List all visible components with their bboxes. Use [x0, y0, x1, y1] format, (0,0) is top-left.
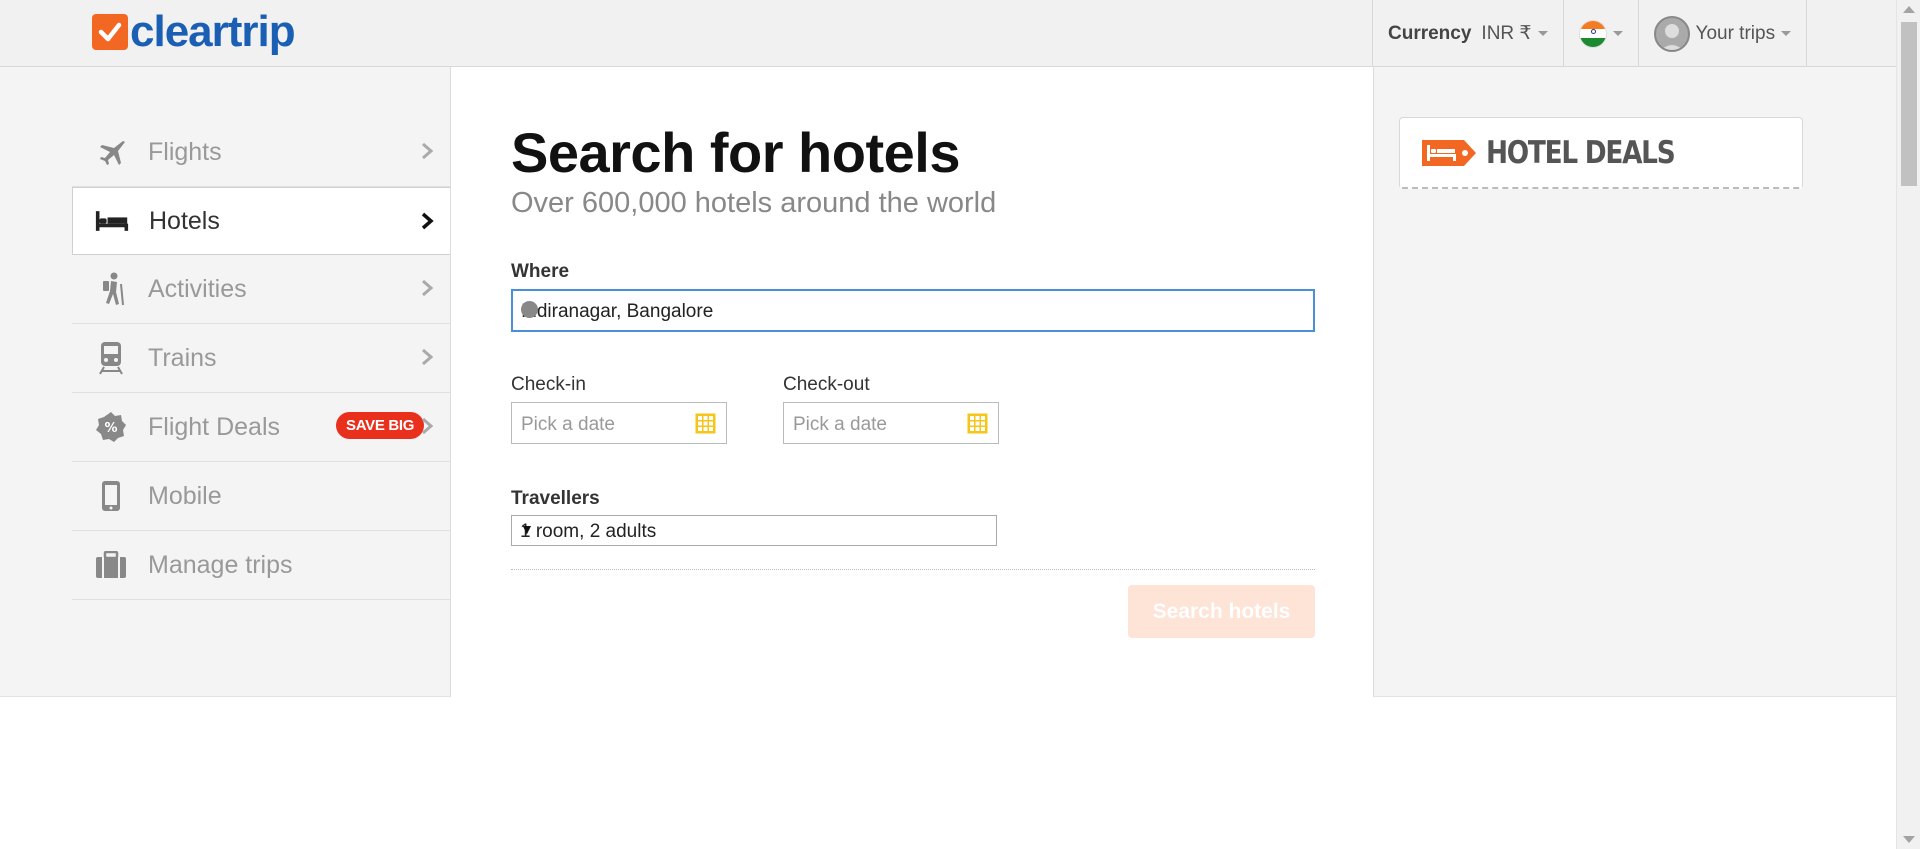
chevron-right-icon — [422, 142, 434, 160]
cleartrip-logo[interactable]: cleartrip — [92, 7, 296, 56]
scroll-down-arrow-icon[interactable] — [1903, 836, 1915, 843]
where-label: Where — [511, 261, 570, 282]
header-menu: Currency INR ₹ Your trips — [1372, 0, 1808, 67]
calendar-icon[interactable] — [695, 413, 716, 434]
sidebar-item-label: Hotels — [149, 206, 220, 235]
page-subtitle: Over 600,000 hotels around the world — [511, 187, 997, 219]
sidebar-item-label: Trains — [148, 343, 217, 372]
logo-text: cleartrip — [130, 7, 296, 56]
currency-value: INR ₹ — [1481, 23, 1532, 44]
percent-badge-icon: % — [94, 410, 128, 444]
travellers-label: Travellers — [511, 488, 600, 509]
sidebar-item-hotels[interactable]: Hotels — [72, 187, 450, 255]
checkout-date-input[interactable]: Pick a date — [783, 402, 999, 444]
sidebar-item-label: Flight Deals — [148, 412, 280, 441]
sidebar-item-label: Manage trips — [148, 550, 293, 579]
india-flag-icon — [1578, 19, 1607, 48]
chevron-down-icon — [1612, 31, 1623, 36]
sidebar-item-flight-deals[interactable]: % Flight Deals SAVE BIG — [72, 393, 450, 462]
hotel-deals-card[interactable]: HOTEL DEALS — [1399, 117, 1803, 189]
briefcase-icon — [94, 548, 128, 582]
sidebar-item-activities[interactable]: Activities — [72, 255, 450, 324]
hiker-icon — [94, 272, 128, 306]
scroll-up-arrow-icon[interactable] — [1903, 6, 1915, 13]
checkin-label: Check-in — [511, 374, 586, 395]
chevron-right-icon — [422, 417, 434, 435]
clear-icon[interactable] — [521, 301, 538, 318]
your-trips-menu[interactable]: Your trips — [1639, 0, 1808, 67]
avatar-icon — [1653, 15, 1690, 52]
search-hotels-button[interactable]: Search hotels — [1128, 585, 1315, 638]
save-big-badge: SAVE BIG — [336, 412, 425, 439]
country-selector[interactable] — [1564, 0, 1639, 67]
form-divider — [511, 569, 1315, 570]
chevron-down-icon — [1537, 31, 1548, 36]
chevron-right-icon — [422, 348, 434, 366]
plane-icon — [94, 135, 128, 169]
where-value: Indiranagar, Bangalore — [521, 301, 714, 322]
checkout-label: Check-out — [783, 374, 870, 395]
sidebar-item-trains[interactable]: Trains — [72, 324, 450, 393]
chevron-down-icon — [1781, 31, 1792, 36]
chevron-right-icon — [422, 279, 434, 297]
sidebar-item-mobile[interactable]: Mobile — [72, 462, 450, 531]
checkin-placeholder: Pick a date — [521, 414, 615, 435]
calendar-icon[interactable] — [967, 413, 988, 434]
train-icon — [94, 341, 128, 375]
bed-icon — [95, 204, 129, 238]
sidebar-item-manage-trips[interactable]: Manage trips — [72, 531, 450, 600]
where-input[interactable]: Indiranagar, Bangalore — [511, 289, 1315, 332]
product-sidebar: Flights Hotels Activities Trains % Fligh… — [72, 118, 450, 600]
svg-text:%: % — [104, 421, 117, 436]
sidebar-item-flights[interactable]: Flights — [72, 118, 450, 187]
chevron-right-icon — [421, 212, 434, 230]
currency-label: Currency — [1388, 22, 1472, 44]
hotel-tag-icon — [1422, 139, 1476, 166]
sidebar-item-label: Activities — [148, 274, 247, 303]
sidebar-item-label: Flights — [148, 137, 222, 166]
hotel-deals-label: HOTEL DEALS — [1486, 134, 1676, 171]
travellers-select[interactable]: 1 room, 2 adults ▼ — [511, 515, 997, 546]
hotel-search-panel: Search for hotels Over 600,000 hotels ar… — [450, 67, 1374, 697]
checkmark-icon — [92, 14, 128, 50]
scrollbar-thumb[interactable] — [1901, 22, 1917, 186]
currency-selector[interactable]: Currency INR ₹ — [1373, 0, 1564, 67]
dropdown-arrow-icon: ▼ — [520, 521, 534, 537]
checkout-placeholder: Pick a date — [793, 414, 887, 435]
page-title: Search for hotels — [511, 121, 960, 184]
your-trips-label: Your trips — [1695, 22, 1776, 44]
checkin-date-input[interactable]: Pick a date — [511, 402, 727, 444]
sidebar-item-label: Mobile — [148, 481, 222, 510]
top-header: cleartrip Currency INR ₹ Your trips — [0, 0, 1896, 67]
mobile-icon — [94, 479, 128, 513]
page-scrollbar[interactable] — [1896, 0, 1920, 849]
